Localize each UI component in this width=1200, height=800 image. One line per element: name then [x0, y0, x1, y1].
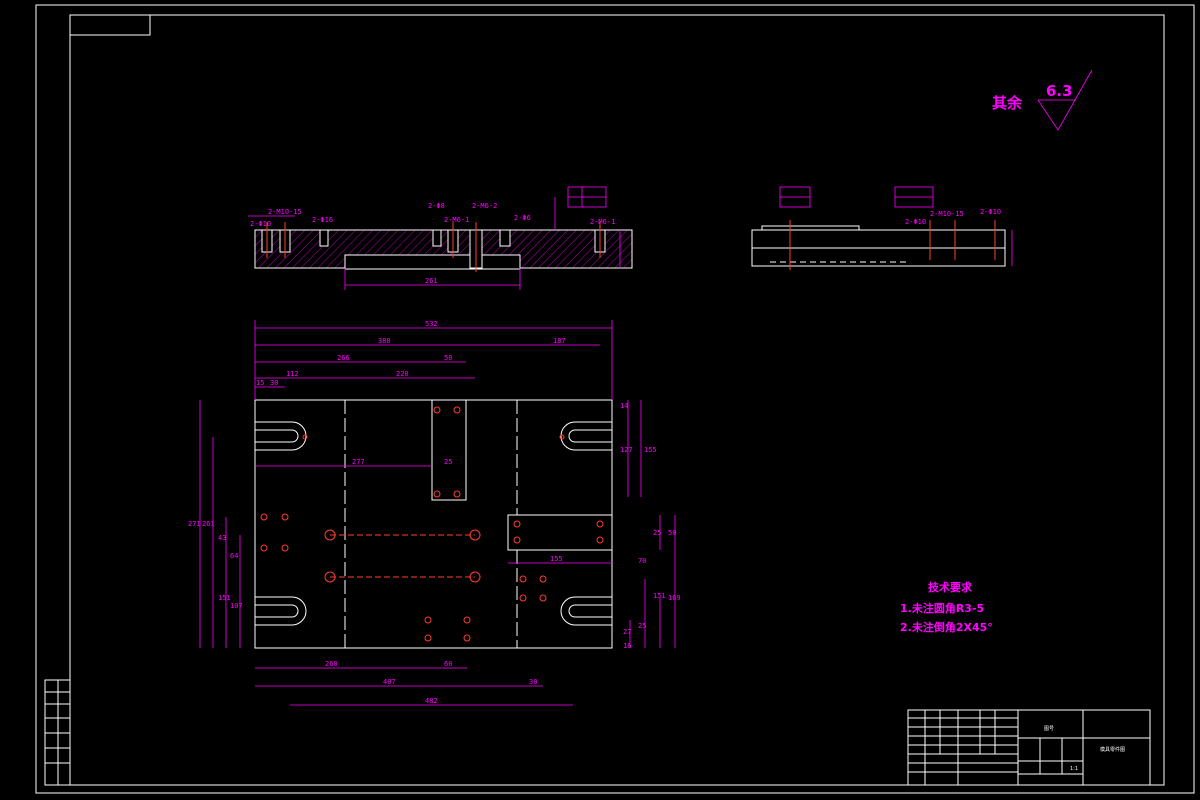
svg-text:266: 266	[337, 354, 350, 362]
svg-text:50: 50	[668, 529, 676, 537]
svg-text:2-Φ10: 2-Φ10	[980, 208, 1001, 216]
requirement-1: 1.未注圆角R3-5	[900, 601, 984, 615]
svg-text:25: 25	[638, 622, 646, 630]
svg-text:380: 380	[378, 337, 391, 345]
svg-text:2-M10-15: 2-M10-15	[930, 210, 964, 218]
svg-text:151: 151	[218, 594, 231, 602]
svg-text:271: 271	[188, 520, 201, 528]
drawing-number-label: 图号	[1044, 726, 1054, 732]
svg-text:261: 261	[425, 277, 438, 285]
svg-text:25: 25	[444, 458, 452, 466]
svg-text:151: 151	[653, 592, 666, 600]
svg-text:60: 60	[444, 660, 452, 668]
svg-text:2-Φ10: 2-Φ10	[250, 220, 271, 228]
svg-text:30: 30	[529, 678, 537, 686]
svg-text:187: 187	[553, 337, 566, 345]
corner-box	[69, 14, 151, 36]
svg-text:2-M6-1: 2-M6-1	[444, 216, 469, 224]
svg-text:64: 64	[230, 552, 238, 560]
svg-text:70: 70	[638, 557, 646, 565]
svg-text:532: 532	[425, 320, 438, 328]
svg-text:2-M6-1: 2-M6-1	[590, 218, 615, 226]
scale: 1:1	[1070, 766, 1078, 772]
svg-text:43: 43	[218, 534, 226, 542]
svg-text:127: 127	[620, 446, 633, 454]
requirements-title: 技术要求	[928, 580, 973, 594]
technical-requirements: 技术要求 1.未注圆角R3-5 2.未注倒角2X45°	[900, 580, 993, 634]
svg-text:2-M6-2: 2-M6-2	[472, 202, 497, 210]
drawing-name: 模具零件图	[1100, 746, 1125, 753]
svg-text:482: 482	[425, 697, 438, 705]
svg-text:107: 107	[230, 602, 243, 610]
left-margin-table	[44, 679, 71, 786]
svg-text:2-Φ8: 2-Φ8	[428, 202, 445, 210]
svg-text:2-M10-15: 2-M10-15	[268, 208, 302, 216]
plan-view: 532 380 187 266 50 112 220 15 30 277 25 …	[188, 320, 681, 706]
svg-text:169: 169	[668, 594, 681, 602]
svg-text:112: 112	[286, 370, 299, 378]
svg-text:260: 260	[325, 660, 338, 668]
svg-text:220: 220	[396, 370, 409, 378]
svg-text:261: 261	[202, 520, 215, 528]
svg-text:277: 277	[352, 458, 365, 466]
svg-text:14: 14	[620, 402, 628, 410]
svg-text:25: 25	[653, 529, 661, 537]
finish-value: 6.3	[1046, 82, 1073, 100]
svg-text:50: 50	[444, 354, 452, 362]
inner-frame	[69, 14, 1165, 786]
finish-label: 其余	[992, 94, 1023, 112]
svg-text:2-Φ10: 2-Φ10	[905, 218, 926, 226]
svg-text:155: 155	[550, 555, 563, 563]
outer-frame	[35, 4, 1195, 794]
svg-text:2-Φ6: 2-Φ6	[514, 214, 531, 222]
surface-finish-symbol: 其余 6.3	[992, 69, 1093, 131]
front-section-view: 261 2-Φ10 2-M10-15 2-Φ16 2-Φ8 2-M6-1 2-M…	[248, 186, 633, 290]
side-view: 2-M10-15 2-Φ10 2-Φ10	[751, 186, 1013, 270]
svg-text:15: 15	[256, 379, 264, 387]
svg-text:30: 30	[270, 379, 278, 387]
svg-text:155: 155	[644, 446, 657, 454]
svg-text:27: 27	[623, 628, 631, 636]
svg-text:16: 16	[623, 642, 631, 650]
drawing-canvas: 其余 6.3 261 2-Φ10 2-M10-15 2-Φ16 2-Φ8 2-M…	[35, 4, 1195, 794]
plate-outline	[254, 399, 613, 649]
svg-text:2-Φ16: 2-Φ16	[312, 216, 333, 224]
title-block: 模具零件图 图号 1:1	[907, 709, 1151, 786]
svg-text:407: 407	[383, 678, 396, 686]
requirement-2: 2.未注倒角2X45°	[900, 620, 993, 634]
